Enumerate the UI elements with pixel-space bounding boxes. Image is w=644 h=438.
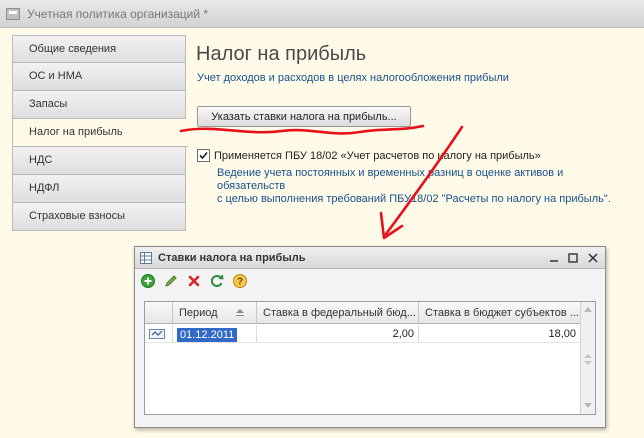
scroll-down-icon (584, 403, 592, 408)
table-icon (140, 252, 152, 264)
tab-profit-tax[interactable]: Налог на прибыль (12, 119, 188, 147)
tab-fixed-assets[interactable]: ОС и НМА (12, 63, 186, 91)
pbu-description: Ведение учета постоянных и временных раз… (217, 167, 627, 206)
tab-personal-income-tax[interactable]: НДФЛ (12, 175, 186, 203)
row-marker (145, 325, 173, 343)
minimize-icon (550, 260, 558, 262)
column-header-label: Период (179, 307, 218, 319)
maximize-icon (568, 253, 578, 263)
tab-label: Запасы (29, 98, 68, 110)
record-icon (149, 329, 165, 339)
tab-label: НДС (29, 154, 53, 166)
page-subtitle: Учет доходов и расходов в целях налогооб… (197, 72, 509, 84)
cell-regional-rate[interactable]: 18,00 (419, 325, 581, 343)
annotation-arrowhead (379, 211, 404, 240)
close-icon (588, 253, 598, 263)
column-header-federal-rate[interactable]: Ставка в федеральный бюд... (257, 302, 419, 324)
set-tax-rates-button[interactable]: Указать ставки налога на прибыль... (197, 106, 411, 127)
dialog-title: Ставки налога на прибыль (158, 252, 306, 264)
pbu-description-line: Ведение учета постоянных и временных раз… (217, 167, 564, 192)
column-header-label: Ставка в бюджет субъектов ... (425, 307, 579, 319)
scroll-mid-down-icon (584, 361, 592, 365)
column-header-period[interactable]: Период (173, 302, 257, 324)
help-icon: ? (233, 274, 247, 288)
table-row[interactable]: 01.12.2011 2,00 18,00 (145, 325, 581, 343)
window-titlebar: Учетная политика организаций * (0, 0, 644, 28)
svg-text:?: ? (237, 277, 243, 288)
help-button[interactable]: ? (232, 273, 248, 289)
edit-button[interactable] (163, 273, 179, 289)
table-vertical-scrollbar[interactable] (580, 302, 595, 414)
scroll-up-icon (584, 307, 592, 312)
tax-rates-dialog: Ставки налога на прибыль ? Период Ставка… (134, 246, 606, 428)
tab-vat[interactable]: НДС (12, 147, 186, 175)
maximize-button[interactable] (565, 250, 581, 266)
pbu-checkbox[interactable] (197, 149, 210, 162)
page-title: Налог на прибыль (196, 43, 367, 65)
pbu-description-line: с целью выполнения требований ПБУ18/02 "… (217, 193, 611, 205)
tab-inventory[interactable]: Запасы (12, 91, 186, 119)
cell-federal-rate[interactable]: 2,00 (257, 325, 419, 343)
tab-label: Налог на прибыль (29, 126, 123, 138)
cell-period[interactable]: 01.12.2011 (173, 325, 257, 343)
refresh-button[interactable] (209, 273, 225, 289)
scroll-mid-up-icon (584, 354, 592, 358)
sort-icon (236, 309, 244, 316)
tab-label: Страховые взносы (29, 210, 125, 222)
close-button[interactable] (585, 250, 601, 266)
tab-label: НДФЛ (29, 182, 60, 194)
pbu-option-row: Применяется ПБУ 18/02 «Учет расчетов по … (197, 149, 541, 162)
delete-icon (188, 275, 200, 287)
tab-insurance-contributions[interactable]: Страховые взносы (12, 203, 186, 231)
column-header-label: Ставка в федеральный бюд... (263, 307, 416, 319)
window-title: Учетная политика организаций * (27, 7, 209, 21)
annotation-underline (179, 124, 425, 135)
minimize-button[interactable] (546, 250, 562, 266)
add-button[interactable] (140, 273, 156, 289)
tax-rates-table: Период Ставка в федеральный бюд... Ставк… (144, 301, 596, 415)
tab-general[interactable]: Общие сведения (12, 35, 186, 63)
section-tabs: Общие сведения ОС и НМА Запасы Налог на … (12, 35, 188, 231)
window-app-icon (6, 8, 20, 20)
cell-period-value: 01.12.2011 (177, 328, 238, 342)
checkmark-icon (199, 151, 208, 160)
tab-label: ОС и НМА (29, 70, 83, 82)
add-icon (141, 274, 155, 288)
edit-icon (165, 275, 177, 287)
tab-label: Общие сведения (29, 43, 117, 55)
pbu-checkbox-label[interactable]: Применяется ПБУ 18/02 «Учет расчетов по … (214, 150, 541, 162)
row-marker-header (145, 302, 173, 324)
table-header: Период Ставка в федеральный бюд... Ставк… (145, 302, 581, 324)
delete-button[interactable] (186, 273, 202, 289)
refresh-icon (211, 274, 224, 287)
dialog-titlebar: Ставки налога на прибыль (135, 247, 605, 269)
column-header-regional-rate[interactable]: Ставка в бюджет субъектов ... (419, 302, 581, 324)
dialog-toolbar: ? (135, 269, 605, 293)
